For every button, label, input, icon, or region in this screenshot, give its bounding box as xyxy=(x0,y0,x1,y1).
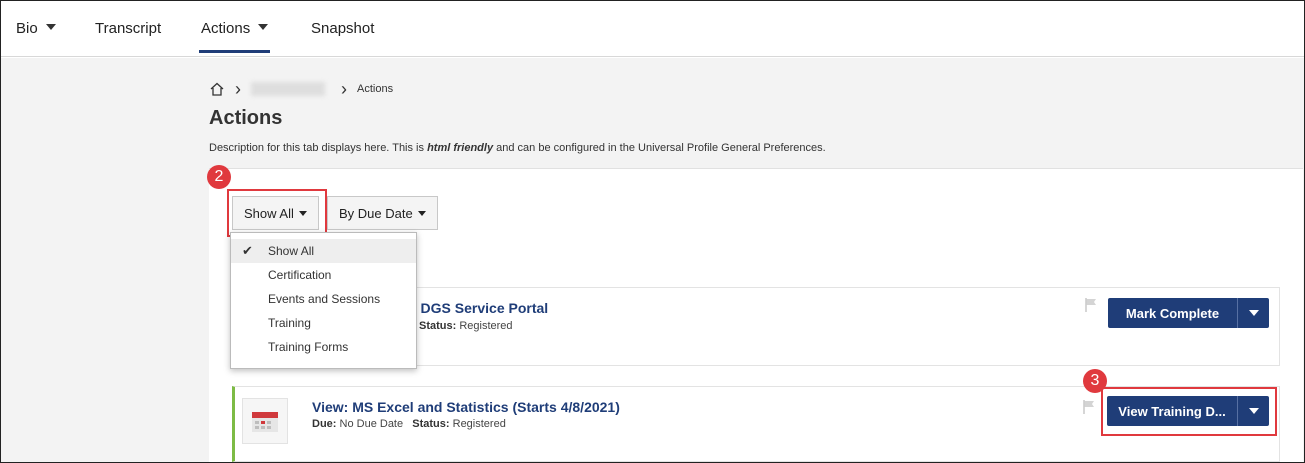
tab-transcript-label: Transcript xyxy=(95,20,162,37)
menu-item-certification[interactable]: Certification xyxy=(231,263,416,287)
tab-actions-label: Actions xyxy=(201,20,251,37)
menu-item-training[interactable]: Training xyxy=(231,311,416,335)
due-label: Due: xyxy=(312,418,337,430)
chevron-down-icon xyxy=(1248,310,1259,316)
page-description: Description for this tab displays here. … xyxy=(209,142,826,154)
mark-complete-dropdown[interactable] xyxy=(1237,298,1269,328)
top-nav: Bio Transcript Actions Snapshot xyxy=(1,1,1304,57)
menu-item-label: Events and Sessions xyxy=(268,292,381,306)
tab-transcript[interactable]: Transcript xyxy=(95,1,161,57)
check-icon: ✔ xyxy=(242,243,253,258)
menu-item-events-and-sessions[interactable]: Events and Sessions xyxy=(231,287,416,311)
step-badge: 2 xyxy=(207,165,231,189)
tab-bio[interactable]: Bio xyxy=(16,1,56,57)
menu-item-label: Training Forms xyxy=(268,340,349,354)
tab-snapshot[interactable]: Snapshot xyxy=(311,1,374,57)
description-text-2: and can be configured in the Universal P… xyxy=(493,142,826,154)
menu-item-show-all[interactable]: ✔ Show All xyxy=(231,239,416,263)
status-value: Registered xyxy=(452,418,506,430)
flag-icon[interactable] xyxy=(1084,297,1098,313)
highlight-box xyxy=(227,189,327,237)
menu-item-label: Show All xyxy=(268,244,315,258)
chevron-down-icon xyxy=(417,210,426,216)
tab-bio-label: Bio xyxy=(16,20,38,37)
tab-actions[interactable]: Actions xyxy=(198,1,271,57)
mark-complete-label: Mark Complete xyxy=(1125,305,1220,321)
step-badge: 3 xyxy=(1083,369,1107,393)
status-label: Status: xyxy=(419,320,457,332)
calendar-graphic xyxy=(252,412,278,432)
status-label: Status: xyxy=(412,418,450,430)
description-emphasis: html friendly xyxy=(427,142,494,154)
sort-filter-button[interactable]: By Due Date xyxy=(327,196,438,230)
status-value: Registered xyxy=(459,320,513,332)
chevron-down-icon xyxy=(258,24,269,31)
calendar-icon xyxy=(242,398,288,444)
breadcrumb-separator-icon: › xyxy=(235,79,241,99)
highlight-box xyxy=(1101,387,1277,436)
flag-icon[interactable] xyxy=(1082,399,1096,415)
page-title: Actions xyxy=(209,107,283,129)
mark-complete-button[interactable]: Mark Complete xyxy=(1108,298,1269,328)
menu-item-label: Certification xyxy=(268,268,332,282)
due-value: No Due Date xyxy=(339,418,404,430)
card-meta: Due: No Due Date Status: Registered xyxy=(312,418,506,430)
description-text-1: Description for this tab displays here. … xyxy=(209,142,428,154)
menu-item-training-forms[interactable]: Training Forms xyxy=(231,335,416,359)
card-title-link[interactable]: : DGS Service Portal xyxy=(412,300,548,316)
show-filter-menu: ✔ Show All Certification Events and Sessi… xyxy=(230,232,417,369)
home-icon[interactable] xyxy=(209,81,225,97)
menu-item-label: Training xyxy=(268,316,311,330)
sort-filter-label: By Due Date xyxy=(339,205,413,221)
chevron-down-icon xyxy=(45,24,56,31)
tab-snapshot-label: Snapshot xyxy=(311,20,375,37)
breadcrumb-current: Actions xyxy=(357,83,394,95)
breadcrumb-user-blurred[interactable] xyxy=(251,82,325,96)
card-meta: Status: Registered xyxy=(419,320,513,332)
card-title-link[interactable]: View: MS Excel and Statistics (Starts 4/… xyxy=(312,399,620,415)
breadcrumb: › › Actions xyxy=(209,80,393,98)
breadcrumb-separator-icon: › xyxy=(341,79,347,99)
